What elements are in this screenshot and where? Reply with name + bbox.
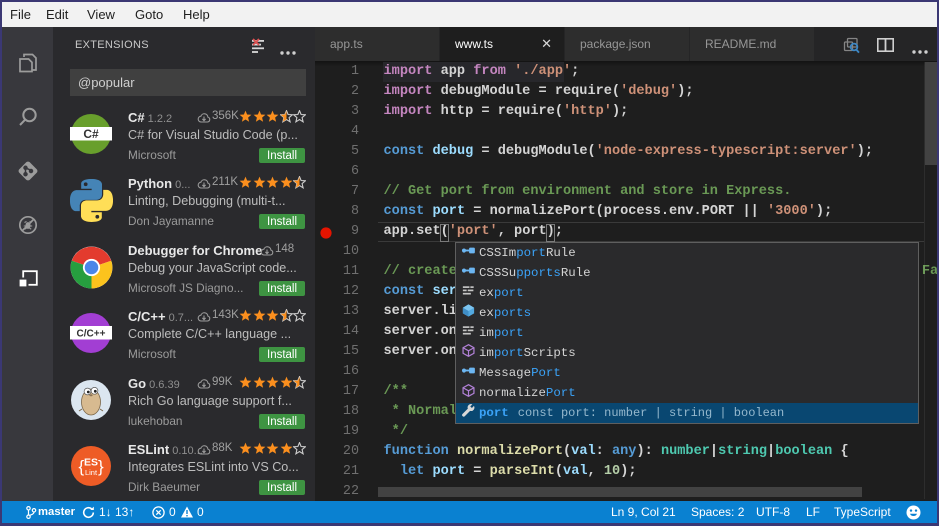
svg-text:ES: ES — [84, 457, 98, 469]
svg-text:Lint: Lint — [85, 468, 98, 477]
svg-text:}: } — [98, 457, 104, 476]
svg-text:C/C++: C/C++ — [77, 329, 106, 340]
svg-text:C#: C# — [83, 127, 99, 141]
